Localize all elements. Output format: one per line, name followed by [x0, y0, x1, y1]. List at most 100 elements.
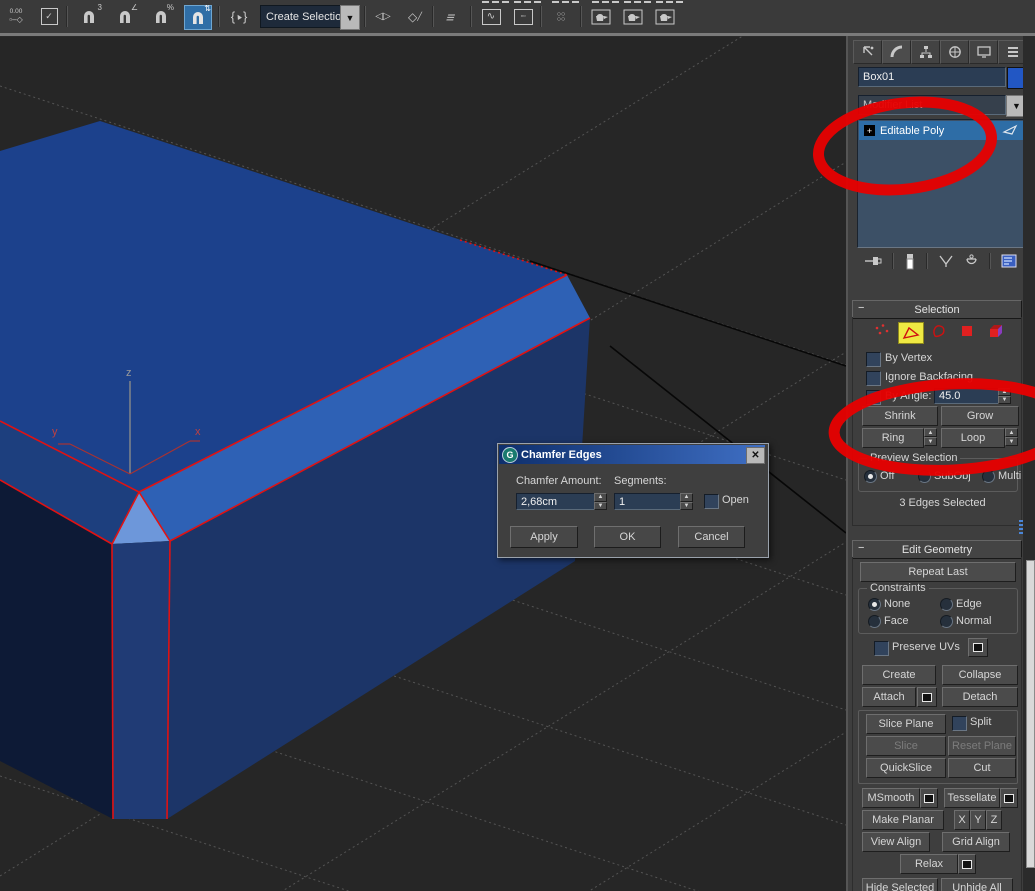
element-subobject-icon[interactable]	[984, 321, 1008, 341]
make-planar-button[interactable]: Make Planar	[862, 810, 944, 830]
configure-modifier-sets-icon[interactable]	[1001, 253, 1019, 269]
curve-editor-icon[interactable]: ∿	[478, 5, 504, 28]
open-checkbox[interactable]	[704, 494, 719, 509]
tessellate-button[interactable]: Tessellate	[944, 788, 1000, 808]
rollout-scroll-grip[interactable]	[1019, 520, 1023, 538]
preview-off-radio[interactable]	[864, 470, 877, 483]
ignore-backfacing-checkbox[interactable]	[866, 371, 881, 386]
view-align-button[interactable]: View Align	[862, 832, 930, 852]
cancel-button[interactable]: Cancel	[678, 526, 745, 548]
tab-display[interactable]	[969, 40, 998, 64]
attach-button[interactable]: Attach	[862, 687, 916, 707]
box-front-chamfer-strip[interactable]	[112, 541, 170, 819]
make-planar-y-button[interactable]: Y	[970, 810, 986, 830]
quickslice-button[interactable]: QuickSlice	[866, 758, 946, 778]
modifier-stack-list[interactable]: + Editable Poly	[857, 119, 1025, 248]
tessellate-settings-button[interactable]	[1000, 788, 1018, 808]
by-angle-spinner[interactable]: ▲ ▼	[998, 388, 1011, 404]
chamfer-dialog-titlebar[interactable]: G Chamfer Edges	[499, 445, 765, 464]
named-selection-set-dropdown-arrow[interactable]: ▼	[340, 5, 360, 30]
pin-stack-icon[interactable]	[864, 253, 882, 269]
tab-modify[interactable]	[882, 40, 911, 64]
stack-item-editable-poly[interactable]: + Editable Poly	[859, 121, 1023, 140]
detach-button[interactable]: Detach	[942, 687, 1018, 707]
by-vertex-checkbox[interactable]	[866, 352, 881, 367]
panel-scrollbar-thumb[interactable]	[1026, 560, 1035, 868]
unhide-all-button[interactable]: Unhide All	[941, 878, 1013, 891]
slice-button[interactable]: Slice	[866, 736, 946, 756]
constraint-normal-radio[interactable]	[940, 615, 953, 628]
border-subobject-icon[interactable]	[929, 321, 949, 341]
segments-field[interactable]: 1	[614, 493, 686, 510]
modifier-list-dropdown[interactable]: Modifier List	[858, 95, 1006, 115]
relax-settings-button[interactable]	[958, 854, 976, 874]
chamfer-amount-spinner[interactable]: ▲ ▼	[594, 493, 607, 510]
spinner-snap-icon[interactable]: ⇅	[184, 5, 212, 30]
align-icon[interactable]: ◇ ╱	[402, 5, 428, 28]
dialog-close-icon[interactable]: ✕	[746, 447, 765, 464]
named-selection-set-input[interactable]: Create Selection Set	[260, 5, 346, 28]
quick-render-icon[interactable]	[652, 5, 678, 28]
msmooth-settings-button[interactable]	[920, 788, 938, 808]
preserve-uvs-settings-button[interactable]	[968, 638, 988, 657]
object-name-field[interactable]: Box01	[858, 67, 1006, 87]
remove-modifier-icon[interactable]	[964, 253, 979, 269]
edge-subobject-icon[interactable]	[898, 322, 924, 344]
offset-snap-icon[interactable]: 0.00 ▫–◇	[3, 5, 29, 28]
ok-button[interactable]: OK	[594, 526, 661, 548]
mirror-icon[interactable]: ◁▷	[370, 5, 396, 28]
by-angle-field[interactable]: 45.0	[934, 388, 1004, 404]
msmooth-button[interactable]: MSmooth	[862, 788, 920, 808]
apply-button[interactable]: Apply	[510, 526, 578, 548]
select-and-manipulate-icon[interactable]: ✓	[36, 5, 62, 28]
loop-button[interactable]: Loop	[941, 428, 1005, 448]
hide-selected-button[interactable]: Hide Selected	[862, 878, 938, 891]
polygon-subobject-icon[interactable]	[957, 321, 977, 341]
material-editor-icon[interactable]: ○○ ○○	[548, 5, 574, 28]
grid-align-button[interactable]: Grid Align	[942, 832, 1010, 852]
named-selection-set-value: Create Selection Set	[266, 10, 346, 23]
ring-spinner[interactable]: ▲ ▼	[924, 428, 937, 446]
by-angle-checkbox[interactable]	[866, 390, 881, 405]
make-unique-icon[interactable]	[938, 253, 954, 269]
slice-plane-button[interactable]: Slice Plane	[866, 714, 946, 734]
snap-toggle-3d-icon[interactable]: 3	[76, 4, 102, 28]
cut-button[interactable]: Cut	[948, 758, 1016, 778]
preview-multi-radio[interactable]	[982, 470, 995, 483]
rendered-frame-window-icon[interactable]	[620, 5, 646, 28]
split-checkbox[interactable]	[952, 716, 967, 731]
make-planar-x-button[interactable]: X	[954, 810, 970, 830]
segments-spinner[interactable]: ▲ ▼	[680, 493, 693, 510]
chamfer-amount-field[interactable]: 2,68cm	[516, 493, 600, 510]
keyboard-override-icon[interactable]: {▲}	[226, 5, 252, 28]
preview-subobj-radio[interactable]	[918, 470, 931, 483]
grow-button[interactable]: Grow	[941, 406, 1019, 426]
axis-label-y: y	[52, 426, 58, 438]
stack-expand-icon[interactable]: +	[864, 125, 875, 136]
loop-spinner[interactable]: ▲ ▼	[1005, 428, 1018, 446]
stack-item-state-icon[interactable]	[1002, 124, 1018, 137]
make-planar-z-button[interactable]: Z	[986, 810, 1002, 830]
constraint-edge-radio[interactable]	[940, 598, 953, 611]
create-button[interactable]: Create	[862, 665, 936, 685]
show-end-result-icon[interactable]	[904, 253, 916, 270]
tab-motion[interactable]	[940, 40, 969, 64]
tab-create[interactable]	[853, 40, 882, 64]
collapse-button[interactable]: Collapse	[942, 665, 1018, 685]
ring-button[interactable]: Ring	[862, 428, 924, 448]
vertex-subobject-icon[interactable]	[872, 321, 892, 341]
angle-snap-icon[interactable]: ∠	[112, 4, 138, 28]
reset-plane-button[interactable]: Reset Plane	[948, 736, 1016, 756]
constraint-face-radio[interactable]	[868, 615, 881, 628]
rollout-collapse-icon: −	[858, 302, 865, 314]
repeat-last-button[interactable]: Repeat Last	[860, 562, 1016, 582]
tab-hierarchy[interactable]	[911, 40, 940, 64]
shrink-button[interactable]: Shrink	[862, 406, 938, 426]
percent-snap-icon[interactable]: %	[148, 4, 174, 28]
constraint-none-radio[interactable]	[868, 598, 881, 611]
relax-button[interactable]: Relax	[900, 854, 958, 874]
render-setup-icon[interactable]	[588, 5, 614, 28]
preserve-uvs-checkbox[interactable]	[874, 641, 889, 656]
schematic-view-icon[interactable]: ▫▫	[510, 5, 536, 28]
attach-settings-button[interactable]	[917, 687, 937, 707]
